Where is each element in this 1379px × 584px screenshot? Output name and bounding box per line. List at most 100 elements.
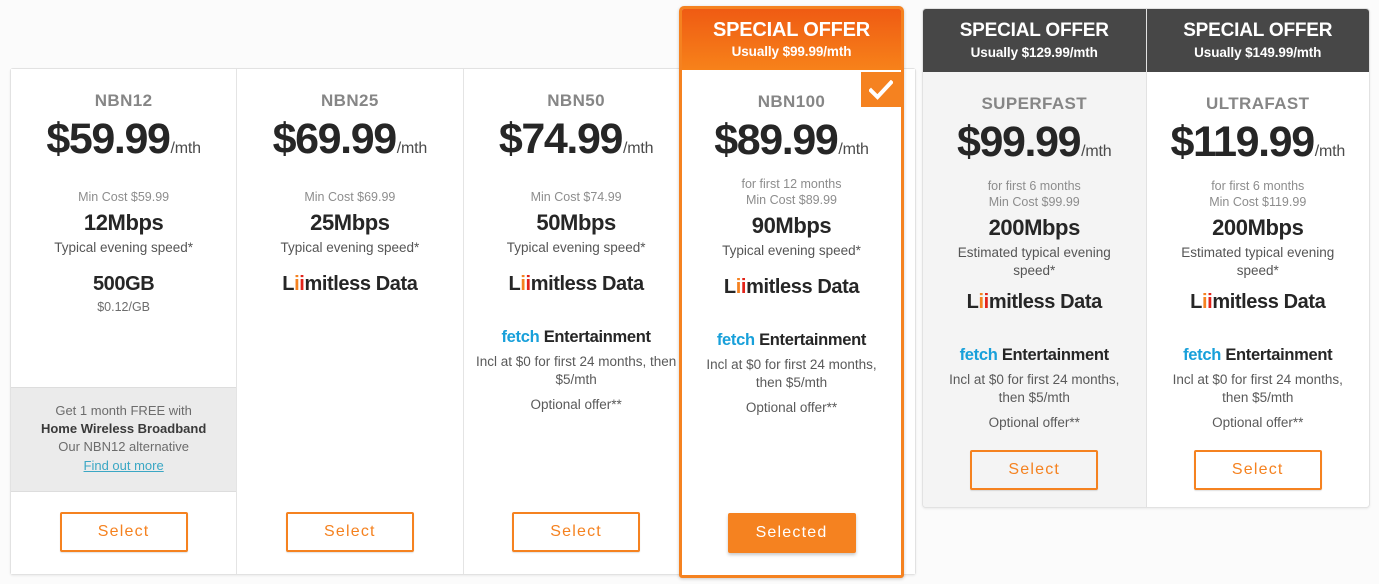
data-rest: mitless Data bbox=[1212, 291, 1326, 314]
min-cost: Min Cost $89.99 bbox=[745, 193, 838, 208]
fetch-entertainment-row: fetch Entertainment bbox=[959, 346, 1110, 365]
plan-speed: 50Mbps bbox=[536, 210, 616, 236]
select-button-ultrafast[interactable]: Select bbox=[1193, 450, 1322, 491]
plan-name: NBN12 bbox=[94, 91, 153, 110]
min-cost: Min Cost $119.99 bbox=[1209, 195, 1307, 210]
plan-name: SUPERFAST bbox=[981, 94, 1088, 113]
special-offer-banner: SPECIAL OFFER Usually $149.99/mth bbox=[1146, 9, 1369, 72]
fetch-label: Entertainment bbox=[759, 330, 867, 349]
plan-price-suffix: /mth bbox=[396, 140, 428, 157]
premium-plans-group: SPECIAL OFFER Usually $129.99/mth SUPERF… bbox=[922, 8, 1370, 508]
plan-price: $74.99 bbox=[498, 115, 624, 163]
special-offer-subtitle: Usually $149.99/mth bbox=[1194, 45, 1322, 60]
term-note: for first 6 months bbox=[1211, 179, 1305, 194]
select-button-superfast[interactable]: Select bbox=[970, 450, 1099, 491]
plan-data-allowance: Liimitless Data bbox=[282, 272, 418, 296]
select-button-wrap: Select bbox=[935, 430, 1134, 507]
price-row: $59.99 /mth bbox=[46, 115, 202, 163]
special-offer-banner: SPECIAL OFFER Usually $99.99/mth bbox=[682, 9, 901, 70]
fetch-optional-note: Optional offer** bbox=[1212, 415, 1304, 431]
plan-speed: 25Mbps bbox=[310, 210, 390, 236]
fetch-label: Entertainment bbox=[1225, 346, 1333, 365]
price-row: $74.99 /mth bbox=[498, 115, 654, 163]
special-offer-subtitle: Usually $129.99/mth bbox=[970, 45, 1098, 60]
select-button-nbn12[interactable]: Select bbox=[59, 512, 188, 552]
select-button-wrap: Select bbox=[1159, 430, 1358, 507]
plan-card-nbn25[interactable]: NBN25 $69.99 /mth Min Cost $69.99 25Mbps… bbox=[237, 69, 464, 574]
plan-speed: 200Mbps bbox=[988, 215, 1081, 241]
plan-price-suffix: /mth bbox=[623, 140, 654, 157]
promo-line-1: Get 1 month FREE with bbox=[55, 403, 192, 419]
plan-price-suffix: /mth bbox=[170, 140, 202, 157]
selected-button-nbn100[interactable]: Selected bbox=[727, 513, 856, 553]
special-offer-title: SPECIAL OFFER bbox=[1183, 20, 1333, 41]
premium-card-body: ULTRAFAST $119.99 /mth for first 6 month… bbox=[1147, 72, 1370, 507]
promo-banner: Get 1 month FREE with Home Wireless Broa… bbox=[11, 387, 237, 492]
plan-price: $89.99 bbox=[714, 116, 839, 164]
data-rest: mitless Data bbox=[988, 291, 1102, 314]
plan-card-nbn50[interactable]: NBN50 $74.99 /mth Min Cost $74.99 50Mbps… bbox=[463, 69, 690, 574]
data-prefix: L bbox=[508, 272, 521, 295]
plan-speed-label: Estimated typical evening speed* bbox=[957, 245, 1111, 278]
plan-card-superfast[interactable]: SPECIAL OFFER Usually $129.99/mth SUPERF… bbox=[923, 9, 1147, 507]
plan-speed: 200Mbps bbox=[1212, 215, 1304, 241]
fetch-entertainment-row: fetch Entertainment bbox=[501, 327, 651, 347]
data-prefix: L bbox=[723, 275, 736, 298]
plan-name: ULTRAFAST bbox=[1206, 94, 1310, 113]
select-button-wrap: Select bbox=[474, 492, 679, 574]
special-offer-banner: SPECIAL OFFER Usually $129.99/mth bbox=[923, 9, 1146, 72]
plan-data-allowance: Liimitless Data bbox=[1190, 291, 1326, 314]
plan-data-allowance: Liimitless Data bbox=[508, 272, 645, 296]
data-prefix: L bbox=[1190, 291, 1202, 314]
plan-card-nbn100-selected[interactable]: SPECIAL OFFER Usually $99.99/mth NBN100 … bbox=[679, 6, 904, 578]
special-offer-subtitle: Usually $99.99/mth bbox=[731, 44, 852, 59]
plan-card-ultrafast[interactable]: SPECIAL OFFER Usually $149.99/mth ULTRAF… bbox=[1146, 9, 1370, 507]
select-button-nbn50[interactable]: Select bbox=[512, 512, 641, 552]
fetch-optional-note: Optional offer** bbox=[745, 399, 838, 415]
min-cost: Min Cost $99.99 bbox=[988, 195, 1080, 210]
data-prefix: L bbox=[966, 291, 979, 314]
plan-name: NBN100 bbox=[757, 92, 826, 111]
plan-speed-label: Typical evening speed* bbox=[280, 240, 420, 256]
plan-price: $59.99 bbox=[46, 115, 171, 163]
data-rest: mitless Data bbox=[530, 272, 644, 295]
fetch-logo: fetch bbox=[1183, 346, 1222, 365]
fetch-label: Entertainment bbox=[1001, 346, 1109, 365]
fetch-optional-note: Optional offer** bbox=[988, 415, 1080, 431]
data-rest: mitless Data bbox=[746, 275, 860, 298]
data-prefix: L bbox=[282, 272, 295, 295]
fetch-optional-note: Optional offer** bbox=[530, 396, 622, 412]
plan-price-suffix: /mth bbox=[1081, 143, 1112, 160]
plan-speed: 90Mbps bbox=[751, 213, 832, 239]
plan-price-suffix: /mth bbox=[1314, 143, 1346, 160]
special-offer-title: SPECIAL OFFER bbox=[959, 20, 1109, 41]
special-offer-title: SPECIAL OFFER bbox=[712, 19, 871, 41]
fetch-note: Incl at $0 for first 24 months, then $5/… bbox=[475, 353, 677, 387]
promo-line-2: Home Wireless Broadband bbox=[40, 420, 207, 436]
plan-name: NBN25 bbox=[321, 91, 379, 110]
fetch-logo: fetch bbox=[501, 327, 540, 346]
premium-card-body: SUPERFAST $99.99 /mth for first 6 months… bbox=[923, 72, 1146, 507]
plan-price: $69.99 bbox=[272, 115, 398, 163]
plan-data-rate: $0.12/GB bbox=[97, 299, 151, 314]
plan-speed: 12Mbps bbox=[83, 210, 164, 236]
plan-speed-label: Typical evening speed* bbox=[506, 240, 646, 256]
fetch-note: Incl at $0 for first 24 months, then $5/… bbox=[949, 372, 1120, 406]
plan-card-nbn12[interactable]: NBN12 $59.99 /mth Min Cost $59.99 12Mbps… bbox=[11, 69, 238, 574]
min-cost: Min Cost $74.99 bbox=[530, 190, 622, 205]
plan-price-suffix: /mth bbox=[838, 141, 869, 158]
plan-data-allowance: 500GB bbox=[92, 272, 155, 295]
plan-price: $119.99 bbox=[1170, 118, 1315, 166]
fetch-note: Incl at $0 for first 24 months, then $5/… bbox=[1172, 372, 1343, 406]
plan-data-allowance: Liimitless Data bbox=[966, 291, 1103, 314]
plan-name: NBN50 bbox=[547, 91, 605, 110]
plan-speed-label: Typical evening speed* bbox=[54, 240, 194, 256]
select-button-wrap: Select bbox=[247, 492, 452, 574]
promo-find-out-more-link[interactable]: Find out more bbox=[84, 457, 164, 475]
price-row: $89.99 /mth bbox=[714, 116, 869, 164]
term-note: for first 6 months bbox=[987, 179, 1081, 194]
price-row: $99.99 /mth bbox=[957, 118, 1112, 166]
select-button-nbn25[interactable]: Select bbox=[285, 512, 414, 552]
fetch-logo: fetch bbox=[959, 346, 998, 365]
promo-line-3: Our NBN12 alternative bbox=[58, 438, 190, 454]
